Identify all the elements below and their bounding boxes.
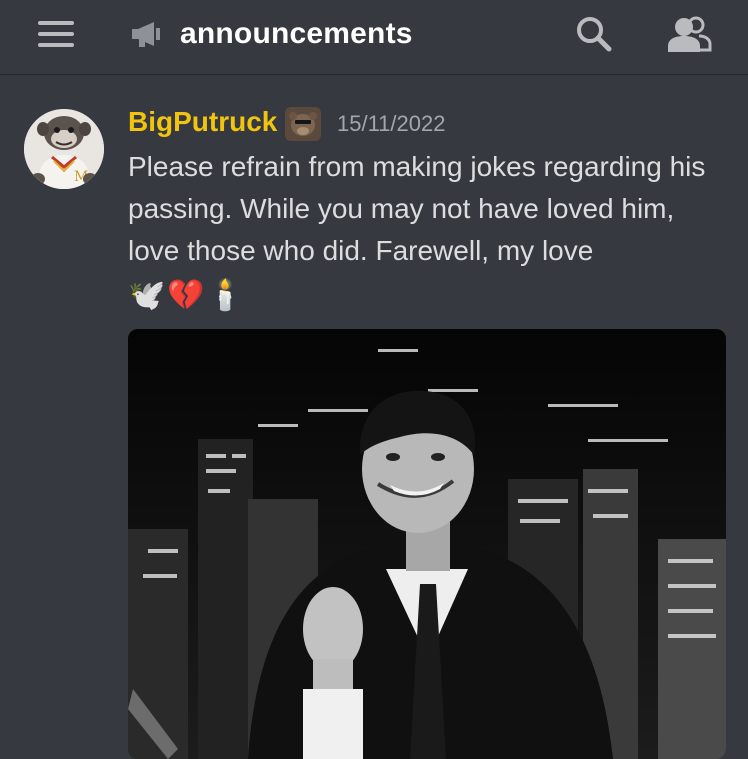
photo-attachment-image [128,329,726,759]
message-text: Please refrain from making jokes regardi… [128,151,706,266]
announcement-megaphone-icon [132,22,160,47]
top-bar: announcements [0,0,748,75]
message-author[interactable]: BigPutruck [128,104,277,140]
search-icon[interactable] [574,14,614,54]
channel-title: announcements [180,17,413,50]
monkey-avatar-image: M [24,109,104,189]
user-avatar[interactable]: M [24,109,104,189]
message-timestamp: 15/11/2022 [337,111,446,136]
image-attachment[interactable] [128,329,726,759]
message-emojis: 🕊️💔🕯️ [128,279,247,312]
members-icon[interactable] [666,14,712,54]
hamburger-menu-icon[interactable] [38,21,74,47]
message: M BigPutruck 15/11/2022 Please refrain f… [0,76,748,759]
role-badge-icon [285,107,321,141]
